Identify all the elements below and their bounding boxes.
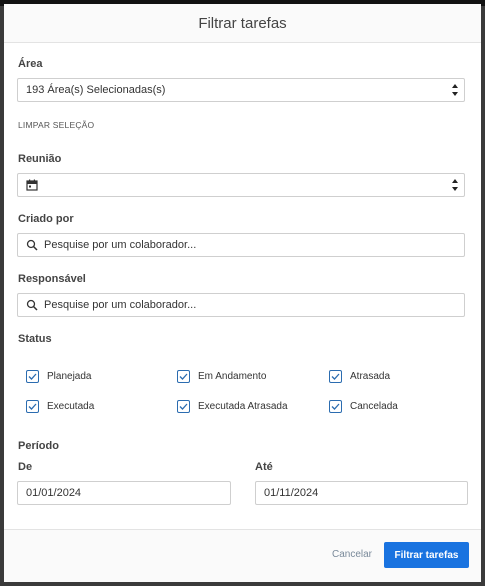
status-checkbox-atrasada[interactable]: Atrasada bbox=[329, 370, 390, 383]
checkbox-checked-icon bbox=[329, 370, 342, 383]
filter-modal: Filtrar tarefas Área 193 Área(s) Selecio… bbox=[4, 4, 481, 582]
clear-selection-link[interactable]: LIMPAR SELEÇÃO bbox=[18, 120, 94, 130]
checkbox-checked-icon bbox=[177, 400, 190, 413]
checkbox-checked-icon bbox=[26, 370, 39, 383]
date-from-value: 01/01/2024 bbox=[26, 487, 82, 499]
status-option-label: Executada Atrasada bbox=[198, 401, 288, 412]
date-to-label: Até bbox=[255, 461, 273, 473]
status-checkbox-planejada[interactable]: Planejada bbox=[26, 370, 91, 383]
select-arrows-icon bbox=[452, 179, 458, 191]
status-option-label: Atrasada bbox=[350, 371, 391, 382]
criado-por-search-field[interactable]: Pesquise por um colaborador... bbox=[17, 233, 465, 257]
status-checkbox-em-andamento[interactable]: Em Andamento bbox=[177, 370, 266, 383]
area-label: Área bbox=[18, 58, 43, 70]
criado-por-placeholder: Pesquise por um colaborador... bbox=[44, 239, 197, 251]
checkbox-checked-icon bbox=[26, 400, 39, 413]
status-option-label: Executada bbox=[47, 401, 95, 412]
area-select[interactable]: 193 Área(s) Selecionadas(s) bbox=[17, 78, 465, 102]
date-from-field[interactable]: 01/01/2024 bbox=[17, 481, 231, 505]
periodo-label: Período bbox=[18, 440, 59, 452]
status-checkbox-executada-atrasada[interactable]: Executada Atrasada bbox=[177, 400, 288, 413]
criado-por-label: Criado por bbox=[18, 213, 74, 225]
status-label: Status bbox=[18, 333, 52, 345]
date-to-field[interactable]: 01/11/2024 bbox=[255, 481, 468, 505]
status-option-label: Cancelada bbox=[350, 401, 398, 412]
status-option-label: Planejada bbox=[47, 371, 92, 382]
checkbox-checked-icon bbox=[329, 400, 342, 413]
search-icon bbox=[26, 299, 38, 311]
modal-title: Filtrar tarefas bbox=[4, 4, 481, 43]
status-option-label: Em Andamento bbox=[198, 371, 267, 382]
checkbox-checked-icon bbox=[177, 370, 190, 383]
modal-footer: Cancelar Filtrar tarefas bbox=[4, 529, 481, 582]
reuniao-label: Reunião bbox=[18, 153, 62, 165]
status-checkbox-cancelada[interactable]: Cancelada bbox=[329, 400, 398, 413]
reuniao-select[interactable] bbox=[17, 173, 465, 197]
date-to-value: 01/11/2024 bbox=[264, 487, 319, 499]
search-icon bbox=[26, 239, 38, 251]
calendar-icon bbox=[26, 179, 38, 191]
date-from-label: De bbox=[18, 461, 33, 473]
area-select-value: 193 Área(s) Selecionadas(s) bbox=[26, 84, 166, 96]
modal-body: Área 193 Área(s) Selecionadas(s) LIMPAR … bbox=[4, 43, 481, 531]
status-checkbox-executada[interactable]: Executada bbox=[26, 400, 94, 413]
select-arrows-icon bbox=[452, 84, 458, 96]
responsavel-label: Responsável bbox=[18, 273, 86, 285]
cancel-button[interactable]: Cancelar bbox=[332, 549, 372, 560]
filter-tasks-button[interactable]: Filtrar tarefas bbox=[384, 542, 469, 568]
responsavel-search-field[interactable]: Pesquise por um colaborador... bbox=[17, 293, 465, 317]
responsavel-placeholder: Pesquise por um colaborador... bbox=[44, 299, 197, 311]
